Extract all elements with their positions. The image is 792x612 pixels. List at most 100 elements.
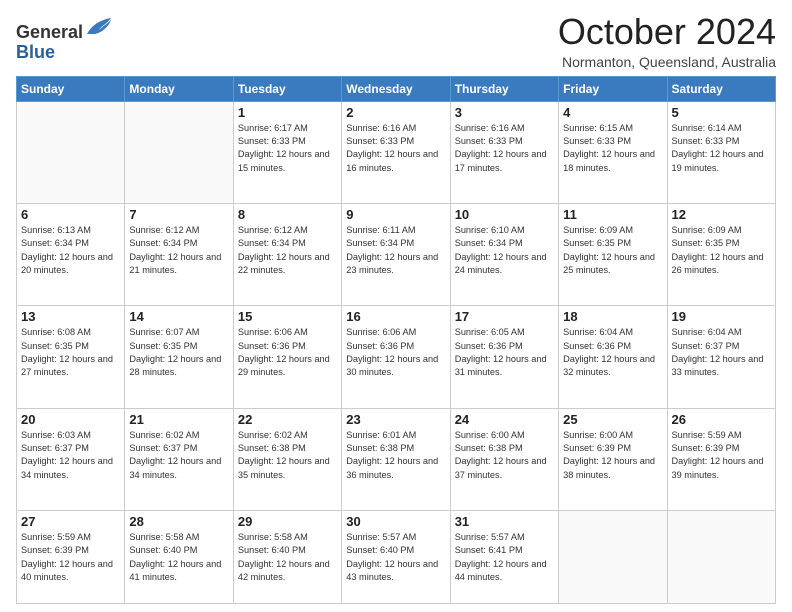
day-cell: 14 Sunrise: 6:07 AMSunset: 6:35 PMDayligh… (125, 306, 233, 408)
day-cell: 25 Sunrise: 6:00 AMSunset: 6:39 PMDayligh… (559, 408, 667, 510)
logo-blue: Blue (16, 42, 55, 62)
day-cell: 21Sunrise: 6:02 AMSunset: 6:37 PMDayligh… (125, 408, 233, 510)
day-cell: 31Sunrise: 5:57 AMSunset: 6:41 PMDayligh… (450, 510, 558, 603)
day-cell (559, 510, 667, 603)
day-number: 9 (346, 207, 445, 222)
day-number: 30 (346, 514, 445, 529)
day-number: 26 (672, 412, 771, 427)
day-cell: 1 Sunrise: 6:17 AMSunset: 6:33 PMDaylight… (233, 101, 341, 203)
day-cell: 10 Sunrise: 6:10 AMSunset: 6:34 PMDayligh… (450, 203, 558, 305)
day-info: Sunrise: 6:09 AMSunset: 6:35 PMDaylight:… (563, 224, 662, 277)
day-cell: 24 Sunrise: 6:00 AMSunset: 6:38 PMDayligh… (450, 408, 558, 510)
day-info: Sunrise: 6:03 AMSunset: 6:37 PMDaylight:… (21, 429, 120, 482)
day-info: Sunrise: 5:57 AMSunset: 6:41 PMDaylight:… (455, 531, 554, 584)
day-info: Sunrise: 5:58 AMSunset: 6:40 PMDaylight:… (238, 531, 337, 584)
calendar: SundayMondayTuesdayWednesdayThursdayFrid… (16, 76, 776, 604)
day-info: Sunrise: 5:58 AMSunset: 6:40 PMDaylight:… (129, 531, 228, 584)
day-number: 7 (129, 207, 228, 222)
day-info: Sunrise: 6:00 AMSunset: 6:38 PMDaylight:… (455, 429, 554, 482)
day-cell: 28 Sunrise: 5:58 AMSunset: 6:40 PMDayligh… (125, 510, 233, 603)
day-cell: 27Sunrise: 5:59 AMSunset: 6:39 PMDayligh… (17, 510, 125, 603)
day-info: Sunrise: 6:04 AMSunset: 6:36 PMDaylight:… (563, 326, 662, 379)
week-row-1: 1 Sunrise: 6:17 AMSunset: 6:33 PMDaylight… (17, 101, 776, 203)
day-info: Sunrise: 6:04 AMSunset: 6:37 PMDaylight:… (672, 326, 771, 379)
logo-general: General (16, 22, 83, 42)
day-cell: 9Sunrise: 6:11 AMSunset: 6:34 PMDaylight… (342, 203, 450, 305)
day-number: 12 (672, 207, 771, 222)
day-info: Sunrise: 6:10 AMSunset: 6:34 PMDaylight:… (455, 224, 554, 277)
day-number: 14 (129, 309, 228, 324)
day-cell: 13Sunrise: 6:08 AMSunset: 6:35 PMDayligh… (17, 306, 125, 408)
day-info: Sunrise: 5:59 AMSunset: 6:39 PMDaylight:… (21, 531, 120, 584)
day-info: Sunrise: 6:00 AMSunset: 6:39 PMDaylight:… (563, 429, 662, 482)
col-header-thursday: Thursday (450, 76, 558, 101)
day-info: Sunrise: 6:01 AMSunset: 6:38 PMDaylight:… (346, 429, 445, 482)
logo-text: General Blue (16, 16, 113, 63)
day-info: Sunrise: 6:16 AMSunset: 6:33 PMDaylight:… (455, 122, 554, 175)
col-header-sunday: Sunday (17, 76, 125, 101)
day-number: 8 (238, 207, 337, 222)
day-info: Sunrise: 6:06 AMSunset: 6:36 PMDaylight:… (346, 326, 445, 379)
day-info: Sunrise: 5:57 AMSunset: 6:40 PMDaylight:… (346, 531, 445, 584)
day-number: 22 (238, 412, 337, 427)
day-number: 4 (563, 105, 662, 120)
day-info: Sunrise: 6:02 AMSunset: 6:38 PMDaylight:… (238, 429, 337, 482)
day-cell: 23Sunrise: 6:01 AMSunset: 6:38 PMDayligh… (342, 408, 450, 510)
day-number: 20 (21, 412, 120, 427)
day-number: 15 (238, 309, 337, 324)
day-cell: 16 Sunrise: 6:06 AMSunset: 6:36 PMDayligh… (342, 306, 450, 408)
day-info: Sunrise: 6:12 AMSunset: 6:34 PMDaylight:… (238, 224, 337, 277)
day-cell: 8 Sunrise: 6:12 AMSunset: 6:34 PMDaylight… (233, 203, 341, 305)
logo-bird-icon (85, 16, 113, 38)
day-info: Sunrise: 6:17 AMSunset: 6:33 PMDaylight:… (238, 122, 337, 175)
logo: General Blue (16, 16, 113, 63)
day-cell: 6 Sunrise: 6:13 AMSunset: 6:34 PMDaylight… (17, 203, 125, 305)
day-cell: 26 Sunrise: 5:59 AMSunset: 6:39 PMDayligh… (667, 408, 775, 510)
days-of-week-row: SundayMondayTuesdayWednesdayThursdayFrid… (17, 76, 776, 101)
header: General Blue October 2024 Normanton, Que… (16, 12, 776, 70)
day-number: 6 (21, 207, 120, 222)
day-number: 29 (238, 514, 337, 529)
day-cell: 4Sunrise: 6:15 AMSunset: 6:33 PMDaylight… (559, 101, 667, 203)
day-number: 28 (129, 514, 228, 529)
day-number: 1 (238, 105, 337, 120)
day-number: 11 (563, 207, 662, 222)
col-header-wednesday: Wednesday (342, 76, 450, 101)
day-cell (17, 101, 125, 203)
day-cell: 29 Sunrise: 5:58 AMSunset: 6:40 PMDayligh… (233, 510, 341, 603)
day-number: 21 (129, 412, 228, 427)
day-info: Sunrise: 6:12 AMSunset: 6:34 PMDaylight:… (129, 224, 228, 277)
day-cell (125, 101, 233, 203)
day-info: Sunrise: 6:13 AMSunset: 6:34 PMDaylight:… (21, 224, 120, 277)
col-header-tuesday: Tuesday (233, 76, 341, 101)
day-info: Sunrise: 6:08 AMSunset: 6:35 PMDaylight:… (21, 326, 120, 379)
page: General Blue October 2024 Normanton, Que… (0, 0, 792, 612)
day-info: Sunrise: 6:09 AMSunset: 6:35 PMDaylight:… (672, 224, 771, 277)
day-cell: 15Sunrise: 6:06 AMSunset: 6:36 PMDayligh… (233, 306, 341, 408)
day-cell: 30 Sunrise: 5:57 AMSunset: 6:40 PMDayligh… (342, 510, 450, 603)
day-number: 2 (346, 105, 445, 120)
day-number: 3 (455, 105, 554, 120)
month-title: October 2024 (558, 12, 776, 52)
day-cell: 12 Sunrise: 6:09 AMSunset: 6:35 PMDayligh… (667, 203, 775, 305)
day-info: Sunrise: 6:07 AMSunset: 6:35 PMDaylight:… (129, 326, 228, 379)
week-row-4: 20 Sunrise: 6:03 AMSunset: 6:37 PMDayligh… (17, 408, 776, 510)
col-header-monday: Monday (125, 76, 233, 101)
day-number: 18 (563, 309, 662, 324)
day-number: 10 (455, 207, 554, 222)
day-cell: 18 Sunrise: 6:04 AMSunset: 6:36 PMDayligh… (559, 306, 667, 408)
col-header-friday: Friday (559, 76, 667, 101)
location: Normanton, Queensland, Australia (558, 54, 776, 70)
day-number: 24 (455, 412, 554, 427)
day-info: Sunrise: 6:14 AMSunset: 6:33 PMDaylight:… (672, 122, 771, 175)
day-cell: 19Sunrise: 6:04 AMSunset: 6:37 PMDayligh… (667, 306, 775, 408)
day-info: Sunrise: 5:59 AMSunset: 6:39 PMDaylight:… (672, 429, 771, 482)
day-cell (667, 510, 775, 603)
day-cell: 3 Sunrise: 6:16 AMSunset: 6:33 PMDaylight… (450, 101, 558, 203)
day-cell: 7 Sunrise: 6:12 AMSunset: 6:34 PMDaylight… (125, 203, 233, 305)
week-row-3: 13Sunrise: 6:08 AMSunset: 6:35 PMDayligh… (17, 306, 776, 408)
day-number: 16 (346, 309, 445, 324)
day-info: Sunrise: 6:16 AMSunset: 6:33 PMDaylight:… (346, 122, 445, 175)
day-number: 25 (563, 412, 662, 427)
week-row-5: 27Sunrise: 5:59 AMSunset: 6:39 PMDayligh… (17, 510, 776, 603)
